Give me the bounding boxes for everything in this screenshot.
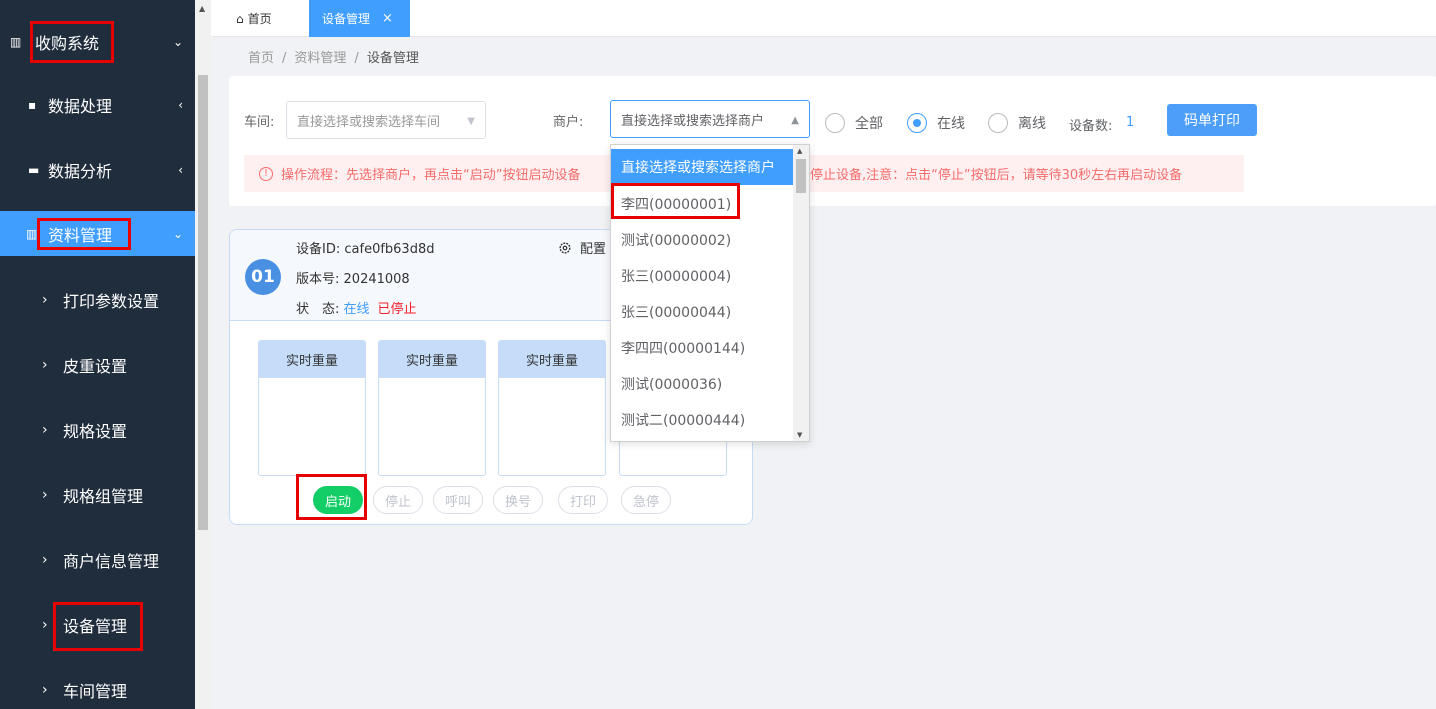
sidebar-item-spec-group[interactable]: › 规格组管理 bbox=[0, 462, 195, 527]
annotation-box bbox=[296, 474, 367, 520]
chevron-left-icon: ‹ bbox=[178, 162, 183, 177]
dropdown-option[interactable]: 测试二(00000444) bbox=[611, 402, 794, 438]
book-open-icon: ▥ bbox=[26, 226, 38, 241]
config-button[interactable]: 配置 bbox=[558, 238, 606, 257]
tab-bar: ⌂ 首页 设备管理 × bbox=[211, 0, 1436, 37]
annotation-box bbox=[53, 602, 143, 651]
scroll-up-icon[interactable]: ▲ bbox=[797, 147, 802, 155]
file-icon: ▪ bbox=[28, 97, 37, 112]
chevron-right-icon: › bbox=[42, 356, 48, 373]
print-button[interactable]: 打印 bbox=[558, 486, 608, 514]
dropdown-option[interactable]: 李四四(00000144) bbox=[611, 330, 794, 366]
weight-box: 实时重量 bbox=[258, 340, 366, 476]
workshop-label: 车间: bbox=[244, 115, 275, 130]
breadcrumb: 首页 / 资料管理 / 设备管理 bbox=[248, 51, 419, 66]
merchant-label: 商户: bbox=[553, 115, 584, 130]
scrollbar-thumb[interactable] bbox=[796, 159, 806, 193]
breadcrumb-home[interactable]: 首页 bbox=[248, 51, 274, 66]
chevron-right-icon: › bbox=[42, 681, 48, 698]
status-online: 在线 bbox=[343, 302, 370, 317]
weight-box: 实时重量 bbox=[498, 340, 606, 476]
print-receipt-button[interactable]: 码单打印 bbox=[1167, 104, 1257, 136]
chevron-right-icon: › bbox=[42, 421, 48, 438]
chevron-down-icon: ⌄ bbox=[172, 226, 183, 241]
workshop-select[interactable]: 直接选择或搜索选择车间 ▼ bbox=[286, 101, 486, 139]
caret-up-icon: ▲ bbox=[791, 115, 799, 126]
dropdown-option-placeholder[interactable]: 直接选择或搜索选择商户 bbox=[611, 149, 794, 185]
weight-box: 实时重量 bbox=[378, 340, 486, 476]
change-number-button[interactable]: 换号 bbox=[493, 486, 543, 514]
dropdown-option[interactable]: 张三(00000004) bbox=[611, 258, 794, 294]
sidebar-item-workshop[interactable]: › 车间管理 bbox=[0, 657, 195, 709]
chevron-right-icon: › bbox=[42, 551, 48, 568]
device-count-value: 1 bbox=[1126, 115, 1135, 130]
merchant-select[interactable]: 直接选择或搜索选择商户 ▲ bbox=[610, 100, 810, 138]
radio-circle[interactable] bbox=[907, 113, 927, 133]
version-row: 版本号: 20241008 bbox=[296, 272, 410, 287]
dropdown-option[interactable]: 测试(00000002) bbox=[611, 222, 794, 258]
chevron-right-icon: › bbox=[42, 291, 48, 308]
monitor-icon: ▬ bbox=[28, 162, 40, 177]
status-row: 状 态: 在线 已停止 bbox=[296, 302, 417, 317]
alert-text-right: 停止设备,注意：点击“停止”按钮后，请等待30秒左右再启动设备 bbox=[810, 168, 1183, 183]
radio-circle[interactable] bbox=[988, 113, 1008, 133]
chevron-left-icon: ‹ bbox=[178, 97, 183, 112]
radio-online[interactable]: 在线 bbox=[907, 113, 965, 133]
book-icon: ▥ bbox=[10, 34, 22, 49]
breadcrumb-data-management[interactable]: 资料管理 bbox=[294, 51, 346, 66]
stop-button[interactable]: 停止 bbox=[373, 486, 423, 514]
alert-text-left: 操作流程：先选择商户，再点击“启动”按钮启动设备 bbox=[281, 168, 581, 183]
call-button[interactable]: 呼叫 bbox=[433, 486, 483, 514]
scroll-up-icon[interactable]: ▲ bbox=[199, 4, 205, 13]
breadcrumb-current: 设备管理 bbox=[366, 51, 419, 66]
radio-circle[interactable] bbox=[825, 113, 845, 133]
sidebar-item-merchant-info[interactable]: › 商户信息管理 bbox=[0, 527, 195, 592]
gear-icon bbox=[559, 241, 571, 254]
sidebar-item-tare-settings[interactable]: › 皮重设置 bbox=[0, 332, 195, 397]
sidebar-scrollbar[interactable]: ▲ bbox=[195, 0, 211, 709]
sidebar-item-spec-settings[interactable]: › 规格设置 bbox=[0, 397, 195, 462]
menu-item-data-processing[interactable]: ▪ 数据处理 ‹ bbox=[0, 72, 195, 137]
chevron-right-icon: › bbox=[42, 486, 48, 503]
home-icon: ⌂ bbox=[236, 11, 244, 26]
radio-all[interactable]: 全部 bbox=[825, 113, 883, 133]
device-id-row: 设备ID: cafe0fb63d8d bbox=[296, 242, 435, 257]
annotation-box bbox=[30, 21, 114, 63]
info-circle-icon: ! bbox=[259, 166, 273, 181]
close-icon[interactable]: × bbox=[382, 11, 393, 26]
scrollbar-thumb[interactable] bbox=[198, 75, 208, 530]
radio-offline[interactable]: 离线 bbox=[988, 113, 1046, 133]
annotation-box bbox=[37, 218, 131, 250]
menu-item-data-analysis[interactable]: ▬ 数据分析 ‹ bbox=[0, 137, 195, 202]
device-count-label: 设备数: bbox=[1069, 119, 1113, 134]
chevron-right-icon: › bbox=[42, 616, 48, 633]
device-number-badge: 01 bbox=[245, 259, 281, 295]
status-stopped: 已停止 bbox=[377, 302, 417, 317]
caret-down-icon: ▼ bbox=[467, 116, 475, 127]
dropdown-option[interactable]: 张三(00000044) bbox=[611, 294, 794, 330]
annotation-box bbox=[611, 183, 740, 219]
dropdown-scrollbar[interactable]: ▲ ▼ bbox=[793, 145, 809, 441]
tab-device-management[interactable]: 设备管理 × bbox=[309, 0, 410, 37]
sidebar-item-print-params[interactable]: › 打印参数设置 bbox=[0, 267, 195, 332]
tab-home[interactable]: ⌂ 首页 bbox=[236, 0, 272, 37]
emergency-stop-button[interactable]: 急停 bbox=[621, 486, 671, 514]
chevron-down-icon: ⌄ bbox=[172, 34, 183, 49]
dropdown-option[interactable]: 测试(0000036) bbox=[611, 366, 794, 402]
scroll-down-icon[interactable]: ▼ bbox=[797, 431, 802, 439]
